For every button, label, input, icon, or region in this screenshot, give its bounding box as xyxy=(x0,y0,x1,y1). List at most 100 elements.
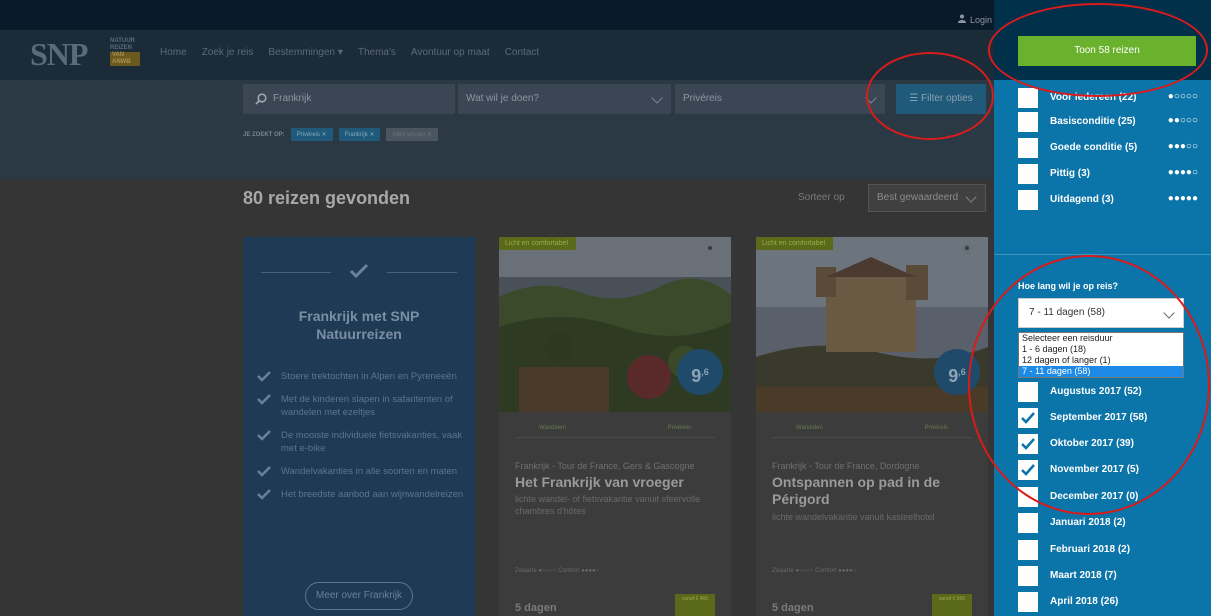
nav-items: Home Zoek je reis Bestemmingen ▾ Thema's… xyxy=(160,47,539,58)
rating-badge: 9,6 xyxy=(934,349,980,395)
duration-dropdown: Selecteer een reisduur 1 - 6 dagen (18) … xyxy=(1018,332,1184,378)
filter-level-row[interactable]: Basisconditie (25) ●●○○○ xyxy=(1018,112,1198,132)
checkbox[interactable] xyxy=(1018,88,1038,108)
trip-photo: Licht en comfortabel 9,6 xyxy=(499,237,731,412)
trip-difficulty-comfort: Zwaarte ●○○○○ Comfort ●●●●○ xyxy=(515,568,600,574)
month-filter-row[interactable]: April 2018 (26) xyxy=(1018,592,1198,612)
filter-level-label: Goede conditie (5) xyxy=(1050,142,1138,153)
promo-item-text: Stoere trektochten in Alpen en Pyreneeën xyxy=(281,371,457,382)
filter-level-row[interactable]: Pittig (3) ●●●●○ xyxy=(1018,164,1198,184)
trip-activity: Wandelen xyxy=(539,425,566,431)
checkbox-checked[interactable] xyxy=(1018,460,1038,480)
checkbox[interactable] xyxy=(1018,112,1038,132)
promo-item-text: De mooiste individuele fietsvakanties, v… xyxy=(281,430,463,454)
trip-region: Frankrijk - Tour de France, Gers & Gasco… xyxy=(515,461,695,471)
difficulty-dots: ●●●○○ xyxy=(1167,141,1198,152)
checkbox-checked[interactable] xyxy=(1018,434,1038,454)
nav-item-themes[interactable]: Thema's xyxy=(358,47,396,58)
nav-item-destinations[interactable]: Bestemmingen ▾ xyxy=(268,47,343,58)
month-filter-row[interactable]: November 2017 (5) xyxy=(1018,460,1198,480)
trip-title[interactable]: Het Frankrijk van vroeger xyxy=(515,474,720,491)
checkbox[interactable] xyxy=(1018,164,1038,184)
nav-item-contact[interactable]: Contact xyxy=(505,47,539,58)
month-filter-row[interactable]: Januari 2018 (2) xyxy=(1018,513,1198,533)
month-label: April 2018 (26) xyxy=(1050,596,1119,607)
duration-option[interactable]: Selecteer een reisduur xyxy=(1019,333,1183,344)
difficulty-dots: ●○○○○ xyxy=(1167,91,1198,102)
month-filter-row[interactable]: Oktober 2017 (39) xyxy=(1018,434,1198,454)
checkbox-checked[interactable] xyxy=(1018,408,1038,428)
trip-region: Frankrijk - Tour de France, Dordogne xyxy=(772,461,920,471)
promo-card: Frankrijk met SNP Natuurreizen Stoere tr… xyxy=(243,237,475,616)
month-label: September 2017 (58) xyxy=(1050,412,1148,423)
filter-level-row[interactable]: Voor iedereen (22) ●○○○○ xyxy=(1018,88,1198,108)
month-filter-row[interactable]: Maart 2018 (7) xyxy=(1018,566,1198,586)
results-title: 80 reizen gevonden xyxy=(243,188,411,208)
month-label: December 2017 (0) xyxy=(1050,491,1139,502)
duration-value: 7 - 11 dagen (58) xyxy=(1029,307,1105,318)
month-filter-row[interactable]: September 2017 (58) xyxy=(1018,408,1198,428)
duration-option-selected[interactable]: 7 - 11 dagen (58) xyxy=(1019,366,1183,377)
sort-value: Best gewaardeerd xyxy=(877,192,959,203)
duration-option[interactable]: 12 dagen of langer (1) xyxy=(1019,355,1183,366)
checkbox[interactable] xyxy=(1018,190,1038,210)
chevron-down-icon xyxy=(865,92,877,104)
trip-type-value: Privéreis xyxy=(683,93,722,104)
logo-sub-line: VAN ANWB xyxy=(110,52,140,66)
chevron-down-icon xyxy=(965,191,977,203)
filter-level-label: Uitdagend (3) xyxy=(1050,194,1114,205)
filter-level-label: Basisconditie (25) xyxy=(1050,116,1136,127)
promo-item-text: Wandelvakanties in alle soorten en maten xyxy=(281,466,458,477)
destination-input[interactable]: Frankrijk xyxy=(243,84,455,114)
rating-main: 9 xyxy=(948,366,959,386)
list-item: Wandelvakanties in alle soorten en maten xyxy=(255,465,465,478)
checkbox[interactable] xyxy=(1018,592,1038,612)
trip-type-select[interactable]: Privéreis xyxy=(675,84,885,114)
trip-description: lichte wandelvakantie vanuit kasteelhote… xyxy=(772,512,935,522)
activity-select[interactable]: Wat wil je doen? xyxy=(458,84,671,114)
login-link[interactable]: Login xyxy=(958,14,993,25)
nav-item-custom[interactable]: Avontuur op maat xyxy=(411,47,490,58)
checkbox[interactable] xyxy=(1018,382,1038,402)
trip-card[interactable]: Licht en comfortabel 9,6 Wandelen Privér… xyxy=(499,237,731,616)
check-icon xyxy=(1021,438,1035,450)
filter-panel-header: Toon 58 reizen xyxy=(994,0,1211,80)
logo-main: SNP xyxy=(30,36,88,72)
month-filter-row[interactable]: December 2017 (0) xyxy=(1018,487,1198,507)
trip-title[interactable]: Ontspannen op pad in de Périgord xyxy=(772,474,977,508)
filter-tag[interactable]: Frankrijk ✕ xyxy=(338,128,381,141)
duration-option[interactable]: 1 - 6 dagen (18) xyxy=(1019,344,1183,355)
difficulty-dots: ●●●●○ xyxy=(1167,167,1198,178)
destination-value: Frankrijk xyxy=(273,93,312,104)
filter-level-row[interactable]: Goede conditie (5) ●●●○○ xyxy=(1018,138,1198,158)
filter-options-label: Filter opties xyxy=(921,93,973,104)
logo-sub-line: NATUUR xyxy=(110,38,135,44)
nav-item-home[interactable]: Home xyxy=(160,47,187,58)
more-about-france-button[interactable]: Meer over Frankrijk xyxy=(305,582,413,610)
promo-item-text: Met de kinderen slapen in safaritenten o… xyxy=(281,394,453,418)
rating-badge: 9,6 xyxy=(677,349,723,395)
month-filter-row[interactable]: Augustus 2017 (52) xyxy=(1018,382,1198,402)
checkbox[interactable] xyxy=(1018,138,1038,158)
map-pin-icon[interactable] xyxy=(962,243,972,255)
filter-level-row[interactable]: Uitdagend (3) ●●●●● xyxy=(1018,190,1198,210)
map-pin-icon[interactable] xyxy=(705,243,715,255)
nav-item-search[interactable]: Zoek je reis xyxy=(202,47,254,58)
divider xyxy=(261,272,331,273)
checkbox[interactable] xyxy=(1018,513,1038,533)
trip-card[interactable]: Licht en comfortabel 9,6 Wandelen Privér… xyxy=(756,237,988,616)
month-filter-row[interactable]: Februari 2018 (2) xyxy=(1018,540,1198,560)
logo[interactable]: SNP NATUUR REIZEN VAN ANWB xyxy=(30,36,140,72)
chevron-down-icon xyxy=(651,92,663,104)
login-label: Login xyxy=(970,15,993,25)
month-label: Augustus 2017 (52) xyxy=(1050,386,1142,397)
filter-options-button[interactable]: ☰ Filter opties xyxy=(896,84,986,114)
filter-tag[interactable]: Privéreis ✕ xyxy=(290,128,333,141)
clear-filters-tag[interactable]: Alles wissen ✕ xyxy=(386,128,439,141)
show-trips-button[interactable]: Toon 58 reizen xyxy=(1018,36,1196,66)
checkbox[interactable] xyxy=(1018,540,1038,560)
checkbox[interactable] xyxy=(1018,487,1038,507)
sort-select[interactable]: Best gewaardeerd xyxy=(868,184,986,212)
duration-select[interactable]: 7 - 11 dagen (58) xyxy=(1018,298,1184,328)
checkbox[interactable] xyxy=(1018,566,1038,586)
